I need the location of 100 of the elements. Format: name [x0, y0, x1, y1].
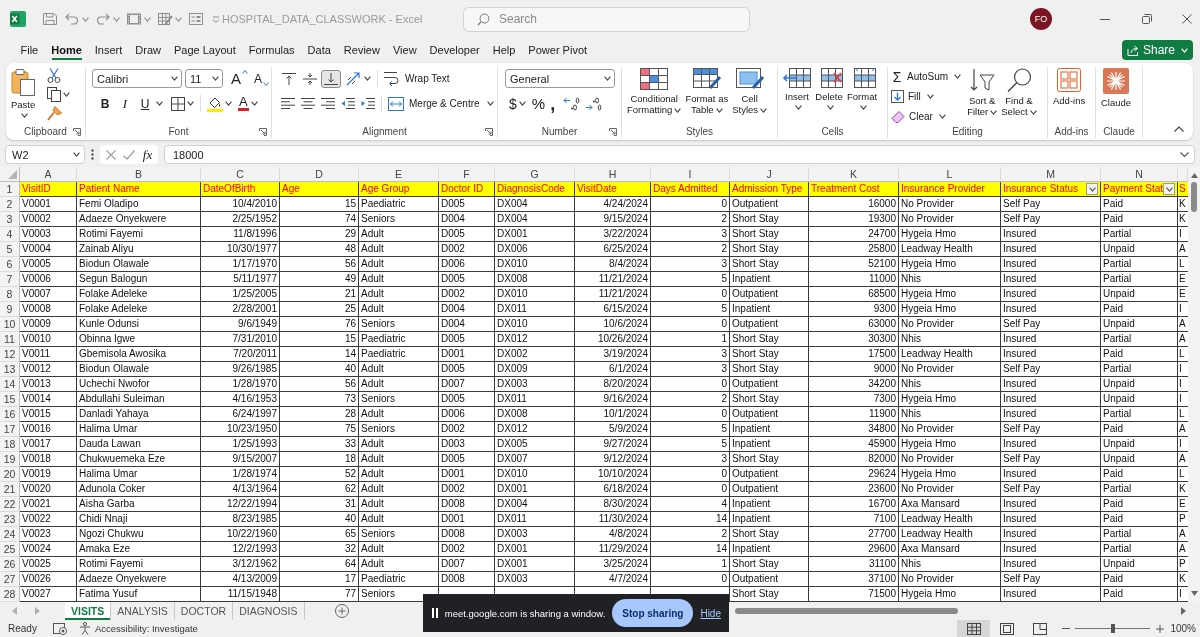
claude-button[interactable]: Claude: [1099, 67, 1134, 125]
sort-filter-button[interactable]: Sort & Filter: [965, 67, 1000, 125]
close-icon[interactable]: [1182, 14, 1192, 24]
percent-button[interactable]: %: [531, 95, 546, 112]
ribbon-tab[interactable]: Formulas: [242, 39, 302, 61]
increase-indent-icon[interactable]: [361, 98, 375, 109]
ribbon-tab[interactable]: Review: [337, 39, 387, 61]
caret-icon[interactable]: [954, 74, 962, 79]
copy-icon[interactable]: [47, 87, 62, 102]
scrollbar-thumb[interactable]: [735, 608, 958, 614]
caret-icon[interactable]: [63, 92, 71, 97]
increase-decimal-icon[interactable]: [563, 96, 580, 111]
dialog-launcher-icon[interactable]: [73, 127, 81, 136]
shrink-font-button[interactable]: A: [254, 71, 270, 86]
scroll-up-icon[interactable]: [1190, 173, 1198, 178]
currency-button[interactable]: $: [509, 95, 517, 112]
cancel-icon[interactable]: [105, 149, 116, 160]
more-options-icon[interactable]: [91, 149, 94, 160]
align-left-icon[interactable]: [281, 98, 295, 109]
clear-button[interactable]: Clear: [891, 108, 962, 125]
expand-icon[interactable]: [1180, 152, 1189, 157]
filter-button[interactable]: [1163, 183, 1176, 195]
autosum-button[interactable]: Σ AutoSum: [891, 68, 949, 85]
ribbon-tab[interactable]: Data: [301, 39, 338, 61]
save-icon[interactable]: [42, 12, 58, 26]
fill-button[interactable]: Fill: [891, 88, 962, 105]
orientation-icon[interactable]: [346, 71, 362, 86]
caret-icon[interactable]: [187, 101, 194, 106]
merge-centre-button[interactable]: Merge & Centre: [388, 96, 494, 111]
minimize-icon[interactable]: [1100, 18, 1110, 20]
cell-styles-button[interactable]: Cell Styles: [730, 67, 770, 125]
caret-icon[interactable]: [518, 101, 526, 106]
sheet-tab[interactable]: DOCTOR: [174, 602, 234, 620]
formula-input[interactable]: 18000: [164, 145, 1195, 164]
scroll-right-icon[interactable]: [1181, 607, 1186, 615]
hide-link[interactable]: Hide: [700, 607, 721, 619]
add-sheet-icon[interactable]: [334, 604, 349, 618]
conditional-formatting-button[interactable]: Conditional Formatting: [625, 67, 684, 125]
wrap-text-button[interactable]: Wrap Text: [384, 70, 450, 87]
ribbon-tab[interactable]: Developer: [423, 39, 487, 61]
search-field[interactable]: Search: [463, 6, 750, 32]
name-box[interactable]: W2: [5, 145, 85, 164]
undo-icon[interactable]: [64, 12, 80, 26]
filter-button[interactable]: [1086, 183, 1098, 195]
italic-button[interactable]: I: [116, 94, 134, 113]
redo-icon[interactable]: [95, 12, 111, 26]
align-center-icon[interactable]: [301, 98, 315, 109]
ribbon-tab[interactable]: Help: [486, 39, 522, 61]
ribbon-tab[interactable]: Power Pivot: [521, 39, 594, 61]
restore-icon[interactable]: [1142, 14, 1152, 24]
fill-color-icon[interactable]: [207, 95, 223, 112]
account-avatar[interactable]: FO: [1030, 8, 1052, 30]
zoom-in-icon[interactable]: [1156, 624, 1165, 633]
format-cells-button[interactable]: Format: [845, 67, 880, 125]
share-button[interactable]: Share: [1121, 40, 1193, 60]
insert-cells-button[interactable]: Insert: [781, 67, 813, 125]
format-as-table-button[interactable]: Format as Table: [683, 67, 731, 125]
caret-icon[interactable]: [250, 101, 258, 106]
font-size-combo[interactable]: 11: [185, 69, 223, 88]
font-color-button[interactable]: A: [238, 96, 249, 111]
font-name-combo[interactable]: Calibri: [92, 69, 182, 88]
zoom-slider-thumb[interactable]: [1110, 624, 1115, 633]
caret-icon[interactable]: [225, 101, 232, 106]
add-ins-button[interactable]: Add-ins: [1051, 67, 1088, 125]
ribbon-tab[interactable]: Insert: [88, 39, 129, 61]
bold-button[interactable]: B: [96, 94, 114, 113]
scroll-down-icon[interactable]: [1190, 591, 1198, 596]
macro-record-icon[interactable]: [52, 622, 67, 635]
underline-button[interactable]: U: [136, 94, 154, 113]
ribbon-tab[interactable]: View: [386, 39, 424, 61]
ribbon-tab[interactable]: Page Layout: [167, 39, 243, 61]
find-select-button[interactable]: Find & Select: [999, 67, 1039, 125]
sheet-tab[interactable]: VISITS: [65, 602, 112, 620]
delete-cells-button[interactable]: Delete: [813, 67, 845, 125]
dialog-launcher-icon[interactable]: [609, 127, 617, 136]
insert-function-button[interactable]: fx: [142, 146, 153, 163]
grid-pen-icon[interactable]: [157, 12, 173, 26]
paste-button[interactable]: Paste: [9, 67, 38, 125]
film-strip-icon[interactable]: [126, 12, 142, 26]
decrease-decimal-icon[interactable]: [585, 96, 602, 111]
ribbon-tab[interactable]: File: [14, 39, 45, 61]
collapse-ribbon-icon[interactable]: [1174, 126, 1184, 132]
sheet-tab[interactable]: DIAGNOSIS: [233, 602, 305, 620]
number-format-combo[interactable]: General: [505, 69, 615, 88]
accessibility-status[interactable]: Accessibility: Investigate: [94, 623, 198, 634]
view-button[interactable]: [957, 620, 991, 637]
scrollbar-thumb[interactable]: [1191, 182, 1197, 212]
dialog-launcher-icon[interactable]: [485, 127, 493, 136]
grow-font-button[interactable]: A: [231, 70, 248, 87]
sheet-tab[interactable]: ANALYSIS: [111, 602, 175, 620]
borders-icon[interactable]: [171, 96, 185, 111]
caret-icon[interactable]: [156, 101, 163, 106]
form-icon[interactable]: [188, 12, 204, 26]
align-right-icon[interactable]: [321, 98, 335, 109]
zoom-level[interactable]: 100%: [1170, 623, 1196, 634]
scissors-icon[interactable]: [47, 68, 62, 83]
enter-icon[interactable]: [123, 149, 136, 160]
decrease-indent-icon[interactable]: [341, 98, 355, 109]
accessibility-icon[interactable]: [78, 622, 91, 635]
stop-sharing-button[interactable]: Stop sharing: [612, 599, 694, 627]
